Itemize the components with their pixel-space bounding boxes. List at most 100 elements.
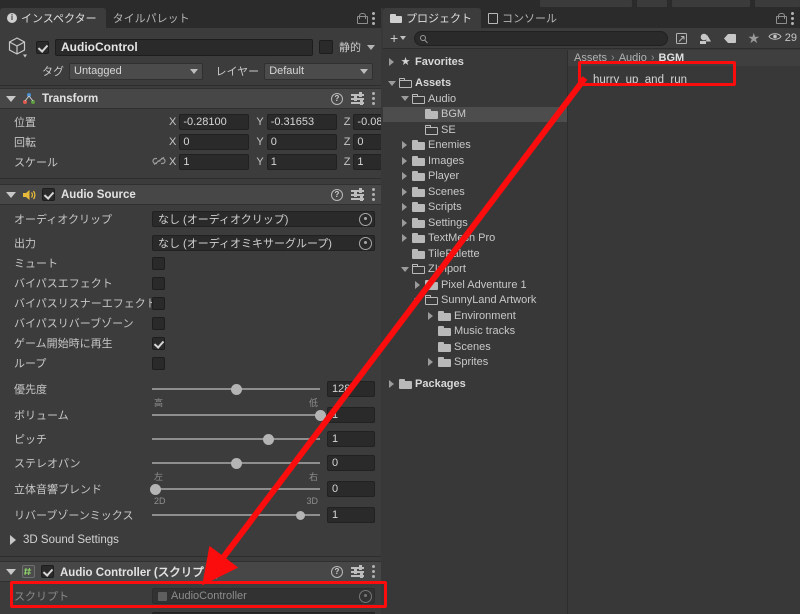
inspector-menu-icon[interactable] — [372, 11, 375, 25]
lock-icon[interactable] — [776, 12, 787, 24]
tree-node-scenes[interactable]: Scenes — [383, 184, 567, 200]
chevron-right-icon[interactable] — [400, 203, 409, 212]
gameobject-name-field[interactable]: AudioControl — [55, 38, 313, 56]
stereo-pan-slider[interactable]: 左 右 — [152, 453, 320, 482]
breadcrumb-item-audio[interactable]: Audio — [619, 52, 647, 64]
tree-node-textmesh-pro[interactable]: TextMesh Pro — [383, 231, 567, 247]
chevron-right-icon[interactable] — [400, 156, 409, 165]
chevron-right-icon[interactable] — [426, 358, 435, 367]
chevron-down-icon[interactable] — [413, 297, 422, 303]
stereo-pan-value-field[interactable]: 0 — [327, 455, 375, 471]
slider-knob[interactable] — [150, 484, 162, 495]
tree-node-music-tracks[interactable]: Music tracks — [383, 324, 567, 340]
slider-knob[interactable] — [231, 384, 242, 395]
tree-node-images[interactable]: Images — [383, 153, 567, 169]
3d-sound-settings-foldout[interactable]: 3D Sound Settings — [0, 529, 381, 551]
tree-node-bgm[interactable]: BGM — [383, 106, 567, 122]
chevron-right-icon[interactable] — [400, 234, 409, 243]
tree-node-sunnyland-scenes[interactable]: Scenes — [383, 339, 567, 355]
search-by-type-icon[interactable] — [672, 30, 692, 47]
bypass-effects-checkbox[interactable] — [152, 276, 165, 290]
audio-source-menu-icon[interactable] — [372, 188, 375, 201]
search-input[interactable] — [414, 30, 668, 46]
tree-node-packages[interactable]: Packages — [383, 376, 567, 392]
layer-dropdown[interactable]: Default — [264, 62, 373, 80]
toolbar-button-1[interactable] — [540, 0, 632, 7]
tree-node-favorites[interactable]: ★ Favorites — [383, 54, 567, 70]
chevron-right-icon[interactable] — [400, 141, 409, 150]
audio-source-enabled-checkbox[interactable] — [42, 188, 55, 201]
scale-link-off-icon[interactable] — [152, 156, 166, 169]
tree-node-settings[interactable]: Settings — [383, 215, 567, 231]
tree-node-sunnyland-artwork[interactable]: SunnyLand Artwork — [383, 293, 567, 309]
tab-project[interactable]: プロジェクト — [383, 8, 481, 28]
tree-node-environment[interactable]: Environment — [383, 308, 567, 324]
reverb-zone-mix-slider[interactable] — [152, 505, 320, 525]
transform-component-header[interactable]: Transform ? — [0, 88, 381, 109]
preset-icon[interactable] — [351, 565, 364, 578]
tree-node-audio[interactable]: Audio — [383, 91, 567, 107]
tree-node-pixel-adventure-1[interactable]: Pixel Adventure 1 — [383, 277, 567, 293]
gameobject-enabled-checkbox[interactable] — [36, 40, 49, 54]
bypass-reverb-zones-checkbox[interactable] — [152, 316, 165, 330]
priority-slider[interactable]: 高 低 — [152, 379, 320, 408]
tree-node-scripts[interactable]: Scripts — [383, 200, 567, 216]
chevron-right-icon[interactable] — [400, 218, 409, 227]
pitch-slider[interactable] — [152, 429, 320, 449]
chevron-right-icon[interactable] — [400, 187, 409, 196]
3d-sound-settings-foldout-icon[interactable] — [10, 535, 16, 545]
filter-by-label-icon[interactable] — [720, 30, 740, 47]
object-picker-icon[interactable] — [359, 236, 372, 250]
position-x-field[interactable]: -0.28100 — [179, 114, 250, 130]
position-y-field[interactable]: -0.31653 — [266, 114, 337, 130]
audio-controller-foldout-icon[interactable] — [6, 568, 16, 575]
spatial-blend-slider[interactable]: 2D 3D — [150, 479, 320, 506]
chevron-right-icon[interactable] — [400, 172, 409, 181]
tree-node-player[interactable]: Player — [383, 169, 567, 185]
slider-knob[interactable] — [231, 458, 242, 469]
slider-knob[interactable] — [262, 434, 274, 445]
filter-by-type-icon[interactable] — [696, 30, 716, 47]
asset-list-item-hurry-up-and-run[interactable]: ♫ hurry_up_and_run — [568, 71, 800, 88]
volume-value-field[interactable]: 1 — [327, 407, 375, 423]
help-icon[interactable]: ? — [331, 188, 343, 201]
spatial-blend-value-field[interactable]: 0 — [327, 481, 375, 497]
tab-inspector[interactable]: i インスペクター — [0, 8, 106, 28]
project-menu-icon[interactable] — [791, 11, 794, 25]
position-z-field[interactable]: -0.08758 — [353, 114, 381, 130]
audio-source-foldout-icon[interactable] — [6, 191, 16, 198]
search-field[interactable] — [430, 32, 662, 44]
chevron-right-icon[interactable] — [426, 311, 435, 320]
tree-node-enemies[interactable]: Enemies — [383, 138, 567, 154]
tag-dropdown[interactable]: Untagged — [69, 62, 203, 80]
create-asset-button[interactable]: + — [386, 30, 410, 47]
tree-node-sprites[interactable]: Sprites — [383, 355, 567, 371]
pitch-value-field[interactable]: 1 — [327, 431, 375, 447]
priority-value-field[interactable]: 128 — [327, 381, 375, 397]
slider-knob[interactable] — [295, 511, 305, 520]
toolbar-button-3[interactable] — [672, 0, 750, 7]
visible-count[interactable]: 29 — [768, 32, 797, 44]
audio-controller-enabled-checkbox[interactable] — [41, 565, 54, 578]
reverb-zone-mix-value-field[interactable]: 1 — [327, 507, 375, 523]
tree-node-zimport[interactable]: ZImport — [383, 262, 567, 278]
rotation-x-field[interactable]: 0 — [179, 134, 250, 150]
volume-slider[interactable] — [152, 405, 326, 425]
mute-checkbox[interactable] — [152, 256, 165, 270]
tree-node-tilepalette[interactable]: TilePalette — [383, 246, 567, 262]
rotation-y-field[interactable]: 0 — [266, 134, 337, 150]
help-icon[interactable]: ? — [331, 565, 343, 578]
lock-icon[interactable] — [357, 12, 368, 24]
help-icon[interactable]: ? — [331, 92, 343, 105]
chevron-down-icon[interactable] — [400, 96, 409, 102]
play-on-awake-checkbox[interactable] — [152, 336, 165, 350]
tab-console[interactable]: コンソール — [481, 8, 566, 28]
breadcrumb-item-bgm[interactable]: BGM — [659, 52, 685, 64]
audio-source-component-header[interactable]: Audio Source ? — [0, 184, 381, 205]
chevron-right-icon[interactable] — [387, 57, 396, 66]
audio-controller-component-header[interactable]: Audio Controller (スクリプト) ? — [0, 561, 381, 582]
preset-icon[interactable] — [351, 188, 364, 201]
loop-checkbox[interactable] — [152, 356, 165, 370]
scale-y-field[interactable]: 1 — [266, 154, 337, 170]
chevron-right-icon[interactable] — [413, 280, 422, 289]
